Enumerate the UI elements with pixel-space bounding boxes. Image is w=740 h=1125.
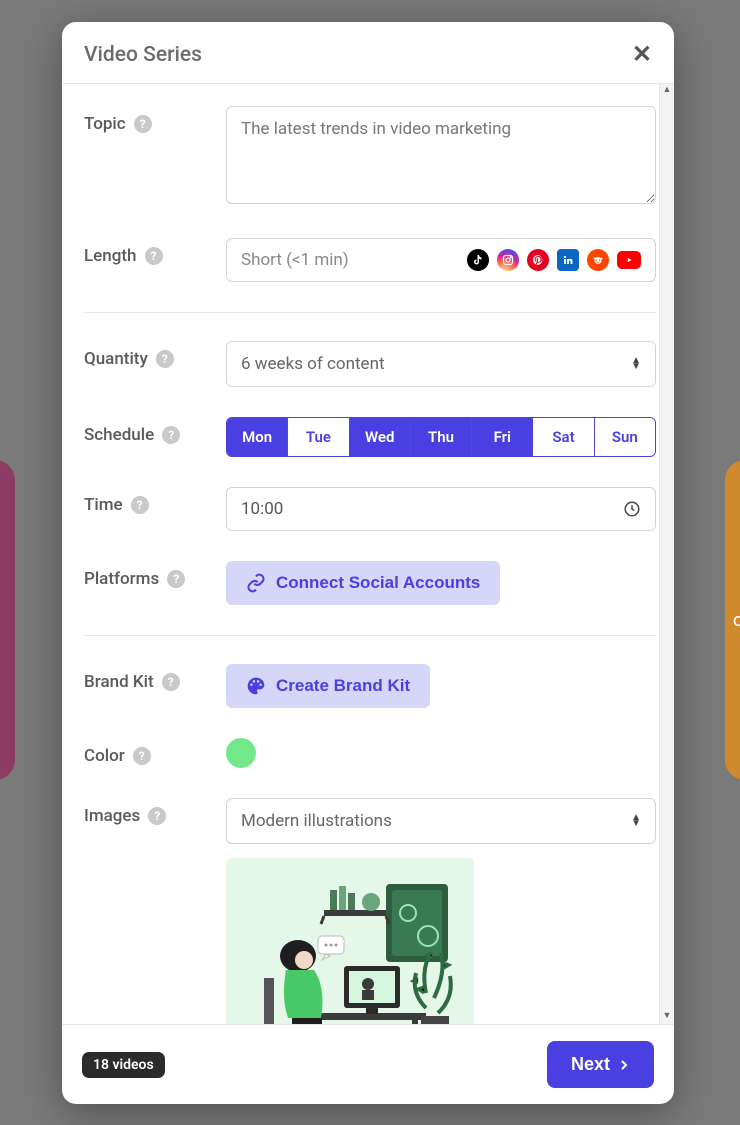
time-input[interactable]: 10:00 <box>226 487 656 531</box>
help-icon[interactable]: ? <box>134 115 152 133</box>
platforms-label: Platforms <box>84 569 159 589</box>
schedule-label: Schedule <box>84 425 154 445</box>
palette-icon <box>246 676 266 696</box>
brandkit-label: Brand Kit <box>84 672 154 692</box>
instagram-icon <box>497 249 519 271</box>
select-chevron-icon: ▲▼ <box>631 815 641 827</box>
chevron-right-icon <box>618 1058 630 1072</box>
row-quantity: Quantity ? 6 weeks of content ▲▼ <box>84 341 656 387</box>
linkedin-icon <box>557 249 579 271</box>
length-label: Length <box>84 246 137 266</box>
day-toggle-fri[interactable]: Fri <box>472 418 533 456</box>
day-toggle-mon[interactable]: Mon <box>227 418 288 456</box>
divider <box>84 312 656 313</box>
images-select[interactable]: Modern illustrations ▲▼ <box>226 798 656 844</box>
color-label: Color <box>84 746 125 766</box>
background-card-left <box>0 460 15 780</box>
connect-social-accounts-button[interactable]: Connect Social Accounts <box>226 561 500 605</box>
quantity-select[interactable]: 6 weeks of content ▲▼ <box>226 341 656 387</box>
modal-footer: 18 videos Next <box>62 1024 674 1104</box>
close-button[interactable]: ✕ <box>632 40 652 69</box>
day-toggle-tue[interactable]: Tue <box>288 418 349 456</box>
quantity-value: 6 weeks of content <box>241 354 385 374</box>
help-icon[interactable]: ? <box>167 570 185 588</box>
time-label: Time <box>84 495 123 515</box>
day-toggle-sun[interactable]: Sun <box>595 418 655 456</box>
length-select[interactable]: Short (<1 min) <box>226 238 656 282</box>
help-icon[interactable]: ? <box>131 496 149 514</box>
reddit-icon <box>587 249 609 271</box>
select-chevron-icon: ▲▼ <box>631 358 641 370</box>
modal-title: Video Series <box>84 43 202 67</box>
day-toggle-wed[interactable]: Wed <box>350 418 411 456</box>
row-schedule: Schedule ? MonTueWedThuFriSatSun <box>84 417 656 457</box>
video-series-modal: Video Series ✕ ▲ ▼ Topic ? The latest tr… <box>62 22 674 1104</box>
day-toggle-thu[interactable]: Thu <box>411 418 472 456</box>
link-icon <box>246 573 266 593</box>
row-images: Images ? Modern illustrations ▲▼ <box>84 798 656 1024</box>
help-icon[interactable]: ? <box>133 747 151 765</box>
tiktok-icon <box>467 249 489 271</box>
images-label: Images <box>84 806 140 826</box>
topic-textarea[interactable]: The latest trends in video marketing <box>226 106 656 204</box>
help-icon[interactable]: ? <box>145 247 163 265</box>
scroll-down-arrow[interactable]: ▼ <box>660 1010 674 1024</box>
help-icon[interactable]: ? <box>156 350 174 368</box>
background-card-right: ou <box>725 460 740 780</box>
modal-header: Video Series ✕ <box>62 22 674 84</box>
next-button[interactable]: Next <box>547 1041 654 1088</box>
row-time: Time ? 10:00 <box>84 487 656 531</box>
row-color: Color ? <box>84 738 656 768</box>
day-toggle-sat[interactable]: Sat <box>533 418 594 456</box>
time-value: 10:00 <box>241 499 283 519</box>
help-icon[interactable]: ? <box>162 426 180 444</box>
schedule-day-picker: MonTueWedThuFriSatSun <box>226 417 656 457</box>
quantity-label: Quantity <box>84 349 148 369</box>
row-platforms: Platforms ? Connect Social Accounts <box>84 561 656 605</box>
video-count-badge: 18 videos <box>82 1052 165 1078</box>
clock-icon <box>623 500 641 518</box>
illustration-preview <box>226 858 474 1024</box>
scroll-up-arrow[interactable]: ▲ <box>660 84 674 98</box>
divider <box>84 635 656 636</box>
row-length: Length ? Short (<1 min) <box>84 238 656 282</box>
modal-body: ▲ ▼ Topic ? The latest trends in video m… <box>62 84 674 1024</box>
color-swatch[interactable] <box>226 738 256 768</box>
length-value: Short (<1 min) <box>241 250 349 270</box>
pinterest-icon <box>527 249 549 271</box>
social-icons <box>467 249 641 271</box>
create-brand-kit-button[interactable]: Create Brand Kit <box>226 664 430 708</box>
topic-label: Topic <box>84 114 126 134</box>
scrollbar-track[interactable]: ▲ ▼ <box>659 84 674 1024</box>
help-icon[interactable]: ? <box>162 673 180 691</box>
images-value: Modern illustrations <box>241 811 392 831</box>
help-icon[interactable]: ? <box>148 807 166 825</box>
row-brandkit: Brand Kit ? Create Brand Kit <box>84 664 656 708</box>
row-topic: Topic ? The latest trends in video marke… <box>84 106 656 208</box>
youtube-icon <box>617 251 641 269</box>
